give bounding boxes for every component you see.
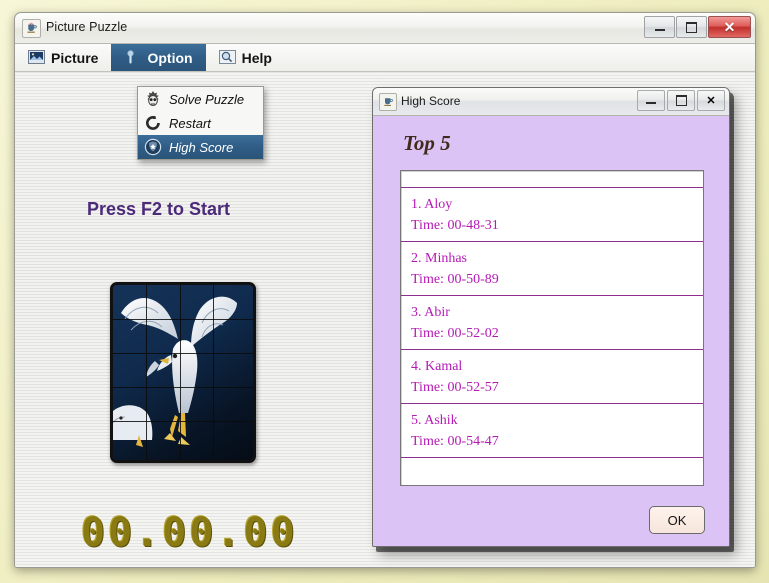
top-5-heading: Top 5 [403, 131, 451, 155]
high-score-maximize-button[interactable] [667, 90, 695, 111]
maximize-button[interactable] [676, 16, 707, 38]
menu-item-solve-puzzle[interactable]: Solve Puzzle [138, 87, 263, 111]
picture-icon [28, 50, 45, 65]
score-name: 3. Abir [411, 305, 450, 320]
menu-help-label: Help [241, 49, 272, 66]
minimize-icon [654, 29, 665, 31]
high-score-minimize-button[interactable] [637, 90, 665, 111]
score-time: Time: 00-50-89 [411, 272, 499, 287]
robot-icon [144, 90, 162, 108]
score-time: Time: 00-52-57 [411, 380, 499, 395]
list-item[interactable]: 4. Kamal Time: 00-52-57 [401, 350, 703, 404]
score-name: 2. Minhas [411, 251, 467, 266]
minimize-icon [646, 102, 656, 104]
maximize-icon [686, 21, 697, 33]
close-icon: ✕ [723, 19, 736, 35]
puzzle-board[interactable] [110, 282, 256, 463]
score-time: Time: 00-48-31 [411, 218, 499, 233]
menu-item-high-score-label: High Score [169, 139, 234, 155]
option-pin-icon [124, 50, 141, 65]
high-score-title: High Score [401, 94, 461, 108]
high-score-window-controls: ✕ [637, 90, 725, 111]
main-window-titlebar[interactable]: Picture Puzzle ✕ [15, 13, 755, 44]
menu-item-solve-puzzle-label: Solve Puzzle [169, 91, 245, 107]
high-score-body: Top 5 1. Aloy Time: 00-48-31 2. Minhas T… [373, 116, 729, 546]
java-coffee-cup-icon [379, 93, 397, 111]
timer-display: 00.00.00 [81, 510, 298, 556]
shield-star-icon [144, 138, 162, 156]
menu-option[interactable]: Option [111, 44, 206, 71]
ok-button[interactable]: OK [649, 506, 705, 534]
high-score-dialog: High Score ✕ Top 5 1. Aloy Time: 00-48-3… [372, 87, 730, 547]
main-window-title: Picture Puzzle [46, 20, 128, 34]
magnifier-icon [218, 50, 236, 65]
restart-arrow-icon [144, 114, 162, 132]
close-button[interactable]: ✕ [708, 16, 751, 38]
menu-item-restart-label: Restart [169, 115, 211, 131]
start-prompt: Press F2 to Start [87, 199, 231, 219]
java-coffee-cup-icon [22, 19, 41, 38]
maximize-icon [675, 95, 687, 106]
menubar: Picture Option Help [15, 44, 755, 72]
list-item[interactable]: 3. Abir Time: 00-52-02 [401, 296, 703, 350]
option-dropdown-menu: Solve Puzzle Restart High Score [137, 86, 264, 160]
score-name: 5. Ashik [411, 413, 458, 428]
list-row-blank [401, 171, 703, 188]
menu-option-label: Option [147, 49, 193, 66]
menu-item-restart[interactable]: Restart [138, 111, 263, 135]
list-item[interactable]: 5. Ashik Time: 00-54-47 [401, 404, 703, 458]
score-time: Time: 00-54-47 [411, 434, 499, 449]
score-time: Time: 00-52-02 [411, 326, 499, 341]
menu-help[interactable]: Help [206, 44, 285, 71]
high-score-titlebar[interactable]: High Score ✕ [373, 88, 729, 116]
menu-picture-label: Picture [51, 49, 99, 66]
score-name: 1. Aloy [411, 197, 453, 212]
puzzle-grid-lines [113, 285, 253, 460]
high-score-list[interactable]: 1. Aloy Time: 00-48-31 2. Minhas Time: 0… [400, 170, 704, 486]
close-icon: ✕ [706, 95, 716, 107]
minimize-button[interactable] [644, 16, 675, 38]
menu-item-high-score[interactable]: High Score [138, 135, 263, 159]
score-name: 4. Kamal [411, 359, 463, 374]
window-controls: ✕ [644, 16, 751, 38]
list-item[interactable]: 1. Aloy Time: 00-48-31 [401, 188, 703, 242]
list-item[interactable]: 2. Minhas Time: 00-50-89 [401, 242, 703, 296]
high-score-close-button[interactable]: ✕ [697, 90, 725, 111]
menu-picture[interactable]: Picture [15, 44, 111, 71]
